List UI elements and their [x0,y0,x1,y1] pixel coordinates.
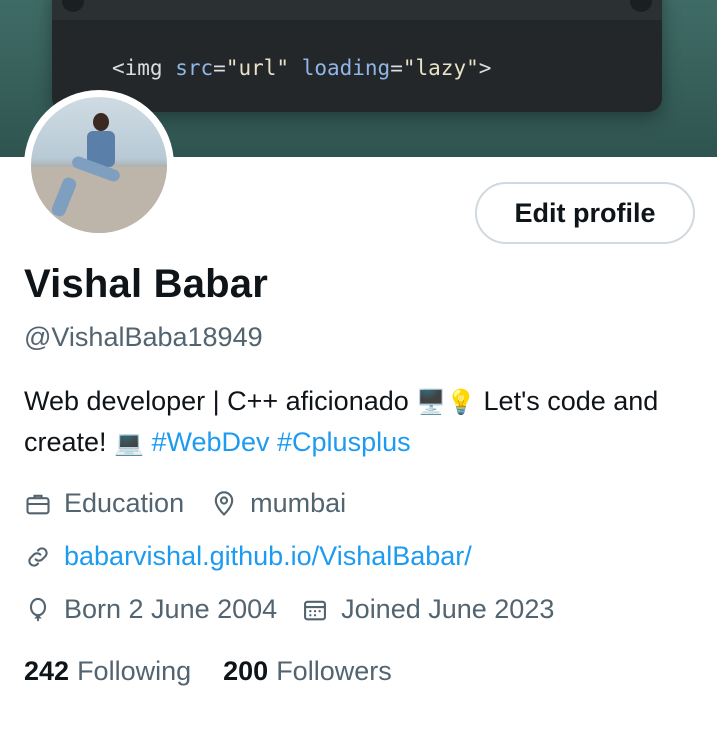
profile-meta-row-3: Born 2 June 2004 Joined June 2023 [24,594,554,625]
calendar-icon [304,600,327,620]
profile-location-label: mumbai [250,488,347,518]
profile-birthdate: Born 2 June 2004 [24,594,277,625]
followers-label: Followers [276,656,392,686]
following-count: 242 [24,656,70,686]
link-icon [28,546,48,567]
profile-name: Vishal Babar [24,262,269,306]
desktop-lightbulb-emoji-icon: 🖥️💡 [416,388,477,416]
profile-joined: Joined June 2023 [301,594,554,625]
hashtag-cplusplus-link[interactable]: #Cplusplus [277,427,411,457]
balloon-icon [29,597,47,621]
profile-website: babarvishal.github.io/VishalBabar/ [24,541,472,572]
code-attr-loading: loading [301,56,391,80]
bio-text-1: Web developer | C++ aficionado [24,386,417,416]
followers-count: 200 [223,656,269,686]
profile-bio: Web developer | C++ aficionado 🖥️💡 Let's… [24,381,704,463]
briefcase-icon [26,494,50,514]
follow-stats: 242 Following 200 Followers [24,656,392,687]
website-link[interactable]: babarvishal.github.io/VishalBabar/ [64,541,472,572]
profile-meta-row-1: Education mumbai [24,488,346,519]
profile-born-label: Born 2 June 2004 [64,594,278,624]
location-pin-icon [214,490,234,516]
avatar[interactable] [24,90,174,240]
code-value-loading: "lazy" [402,56,479,80]
followers-link[interactable]: 200 Followers [223,656,392,687]
profile-meta-row-2: babarvishal.github.io/VishalBabar/ [24,541,472,572]
profile-joined-label: Joined June 2023 [341,594,555,624]
profile-category-label: Education [64,488,185,518]
edit-profile-button[interactable]: Edit profile [475,182,695,244]
code-attr-src: src [175,56,214,80]
following-label: Following [77,656,192,686]
banner-code-line: <img src="url" loading="lazy"> [112,56,492,80]
code-card-titlebar [52,0,662,20]
avatar-photo [31,97,167,233]
profile-location: mumbai [210,488,346,519]
code-tag-close: > [478,56,492,80]
code-tag-open: <img [112,56,163,80]
banner-code-card: <img src="url" loading="lazy"> [52,0,662,112]
code-value-src: "url" [225,56,290,80]
following-link[interactable]: 242 Following [24,656,191,687]
profile-handle: @VishalBaba18949 [24,322,263,352]
hashtag-webdev-link[interactable]: #WebDev [151,427,269,457]
profile-category: Education [24,488,184,519]
laptop-emoji-icon: 💻 [114,429,144,457]
